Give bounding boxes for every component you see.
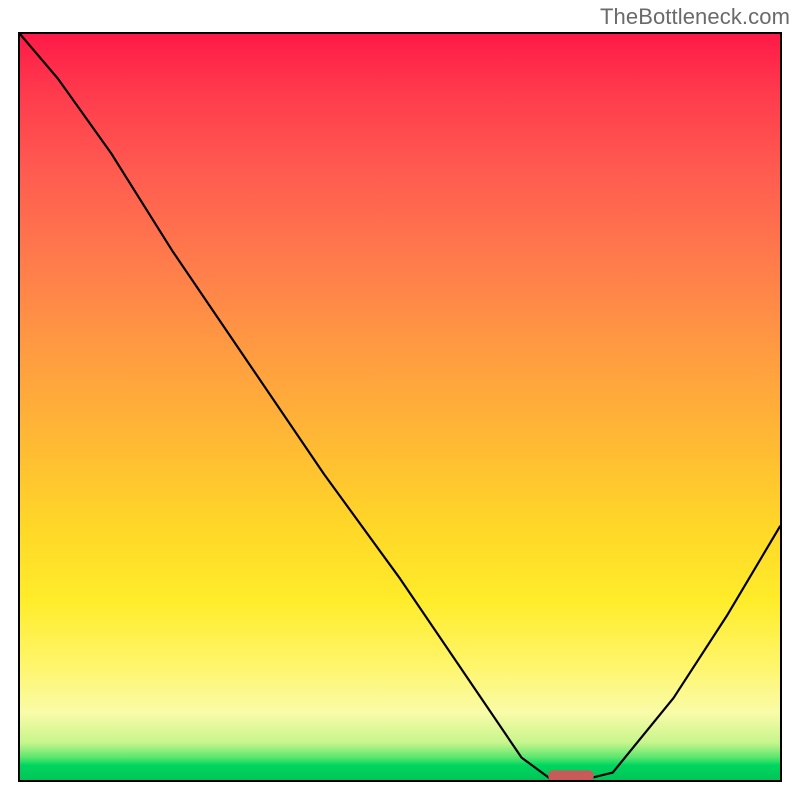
watermark-label: TheBottleneck.com <box>600 4 790 30</box>
plot-area <box>18 32 782 782</box>
bottleneck-curve <box>20 34 780 780</box>
plot-background <box>18 32 782 782</box>
sweet-spot-marker <box>548 770 594 780</box>
curve-layer <box>20 34 780 780</box>
chart-container: TheBottleneck.com <box>0 0 800 800</box>
